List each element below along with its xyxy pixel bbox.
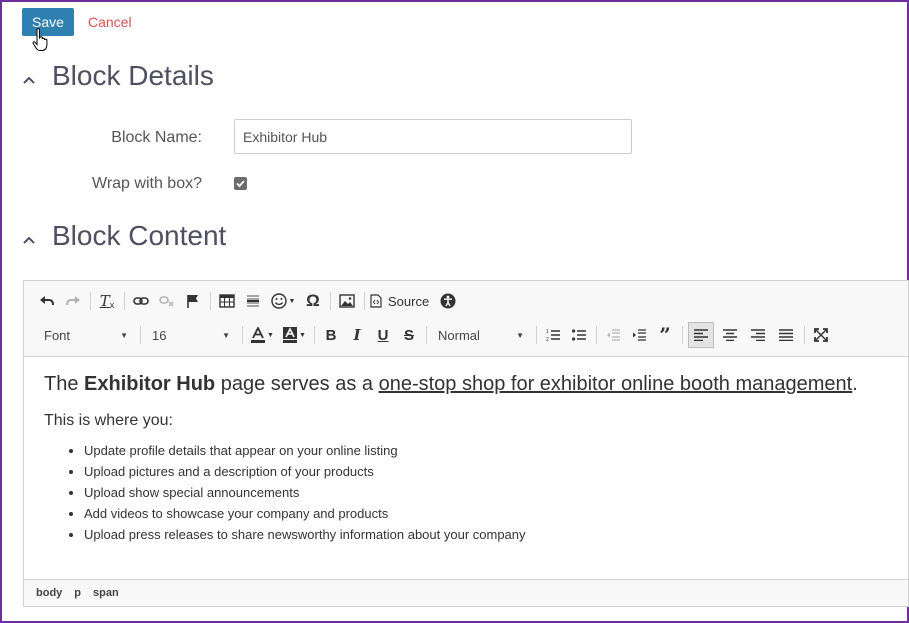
chevron-up-icon — [23, 76, 35, 84]
toolbar-separator — [364, 292, 365, 310]
toolbar-separator — [210, 292, 211, 310]
block-details-header[interactable]: Block Details — [22, 60, 214, 92]
toolbar-row-2: Font ▼ 16 ▼ ▼ ▼ B I U S Normal ▼ 1 2 ” — [36, 322, 836, 348]
hand-cursor-icon — [32, 28, 50, 52]
editor-toolbar: Tx ▼ Ω Source Font ▼ 16 ▼ ▼ ▼ B I U S No… — [24, 281, 908, 357]
dropdown-arrow-icon: ▼ — [516, 330, 524, 340]
path-item-span[interactable]: span — [93, 587, 119, 599]
svg-text:2: 2 — [546, 337, 549, 342]
align-center-icon[interactable] — [718, 324, 742, 346]
toolbar-separator — [596, 326, 597, 344]
list-item: Upload press releases to share newsworth… — [84, 524, 898, 545]
toolbar-separator — [682, 326, 683, 344]
lead-underlined-text: one-stop shop for exhibitor online booth… — [378, 373, 853, 395]
align-left-icon[interactable] — [688, 322, 714, 348]
lead-bold-text: Exhibitor Hub — [84, 373, 216, 395]
unlink-icon[interactable] — [156, 290, 178, 312]
chevron-up-icon — [23, 236, 35, 244]
indent-icon[interactable] — [628, 324, 650, 346]
rich-text-editor: Tx ▼ Ω Source Font ▼ 16 ▼ ▼ ▼ B I U S No… — [23, 280, 909, 607]
anchor-flag-icon[interactable] — [182, 290, 204, 312]
toolbar-separator — [90, 292, 91, 310]
toolbar-separator — [426, 326, 427, 344]
horizontal-rule-icon[interactable] — [242, 290, 264, 312]
emoji-icon[interactable]: ▼ — [268, 290, 298, 312]
outdent-icon[interactable] — [602, 324, 624, 346]
redo-icon[interactable] — [62, 290, 84, 312]
justify-icon[interactable] — [774, 324, 798, 346]
blockquote-icon[interactable]: ” — [654, 323, 676, 347]
paragraph-format-dropdown[interactable]: Normal ▼ — [432, 324, 528, 346]
block-content-header[interactable]: Block Content — [22, 220, 226, 252]
table-icon[interactable] — [216, 290, 238, 312]
undo-icon[interactable] — [36, 290, 58, 312]
cancel-link[interactable]: Cancel — [88, 14, 132, 30]
toolbar-separator — [242, 326, 243, 344]
svg-text:1: 1 — [546, 329, 549, 335]
source-icon — [370, 294, 382, 308]
text-color-icon[interactable]: ▼ — [248, 324, 276, 346]
source-label: Source — [388, 293, 430, 309]
toolbar-separator — [140, 326, 141, 344]
path-item-body[interactable]: body — [36, 587, 62, 599]
paragraph-format-value: Normal — [438, 327, 480, 343]
editor-content-area[interactable]: The Exhibitor Hub page serves as a one-s… — [44, 373, 898, 545]
lead-text: . — [852, 373, 858, 395]
numbered-list-icon[interactable]: 12 — [542, 324, 564, 346]
strikethrough-icon[interactable]: S — [398, 324, 420, 346]
maximize-icon[interactable] — [810, 324, 832, 346]
toolbar-row-1: Tx ▼ Ω Source — [36, 289, 463, 313]
list-item: Upload pictures and a description of you… — [84, 461, 898, 482]
align-right-icon[interactable] — [746, 324, 770, 346]
dropdown-arrow-icon: ▼ — [222, 330, 230, 340]
checkmark-icon — [236, 180, 245, 188]
toolbar-separator — [330, 292, 331, 310]
italic-icon[interactable]: I — [346, 324, 368, 346]
list-item: Add videos to showcase your company and … — [84, 503, 898, 524]
source-button[interactable]: Source — [370, 294, 429, 309]
block-name-label: Block Name: — [111, 129, 202, 146]
toolbar-separator — [804, 326, 805, 344]
font-family-dropdown[interactable]: Font ▼ — [36, 324, 132, 346]
dropdown-arrow-icon: ▼ — [120, 330, 128, 340]
remove-format-icon[interactable]: Tx — [96, 290, 118, 312]
font-family-value: Font — [44, 327, 71, 343]
block-content-title: Block Content — [52, 220, 227, 251]
lead-text: page serves as a — [215, 373, 379, 395]
intro-paragraph: This is where you: — [44, 412, 173, 429]
toolbar-separator — [536, 326, 537, 344]
toolbar-separator — [124, 292, 125, 310]
block-details-title: Block Details — [52, 60, 214, 91]
wrap-with-box-label: Wrap with box? — [92, 175, 202, 192]
feature-list: Update profile details that appear on yo… — [44, 440, 898, 545]
block-name-input[interactable] — [234, 119, 632, 154]
wrap-with-box-checkbox[interactable] — [234, 177, 247, 190]
link-icon[interactable] — [130, 290, 152, 312]
element-path-bar: body p span — [24, 579, 908, 606]
underline-icon[interactable]: U — [372, 324, 394, 346]
font-size-value: 16 — [152, 327, 167, 343]
list-item: Update profile details that appear on yo… — [84, 440, 898, 461]
accessibility-icon[interactable] — [437, 290, 459, 312]
font-size-dropdown[interactable]: 16 ▼ — [146, 324, 234, 346]
toolbar-separator — [314, 326, 315, 344]
bold-icon[interactable]: B — [320, 324, 342, 346]
bulleted-list-icon[interactable] — [568, 324, 590, 346]
list-item: Upload show special announcements — [84, 482, 898, 503]
lead-text: The — [44, 373, 85, 395]
image-icon[interactable] — [336, 290, 358, 312]
path-item-p[interactable]: p — [74, 587, 81, 599]
special-char-omega-icon[interactable]: Ω — [302, 290, 324, 312]
background-color-icon[interactable]: ▼ — [280, 324, 308, 346]
lead-paragraph: The Exhibitor Hub page serves as a one-s… — [44, 373, 898, 396]
